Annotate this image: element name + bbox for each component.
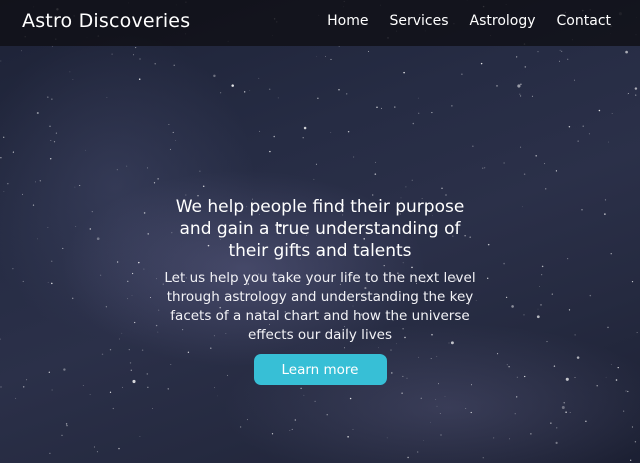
site-logo[interactable]: Astro Discoveries xyxy=(22,10,190,32)
navbar: Astro Discoveries Home Services Astrolog… xyxy=(0,0,640,46)
page: Astro Discoveries Home Services Astrolog… xyxy=(0,0,640,463)
hero-section: We help people find their purpose and ga… xyxy=(160,196,480,385)
nav-link-contact[interactable]: Contact xyxy=(557,13,611,29)
hero-headline: We help people find their purpose and ga… xyxy=(175,197,465,261)
nav-link-astrology[interactable]: Astrology xyxy=(470,13,536,29)
nav-link-home[interactable]: Home xyxy=(327,13,368,29)
learn-more-button[interactable]: Learn more xyxy=(253,354,387,385)
main-nav: Home Services Astrology Contact xyxy=(327,13,611,29)
hero-subtext: Let us help you take your life to the ne… xyxy=(164,270,476,343)
nav-link-services[interactable]: Services xyxy=(389,13,448,29)
